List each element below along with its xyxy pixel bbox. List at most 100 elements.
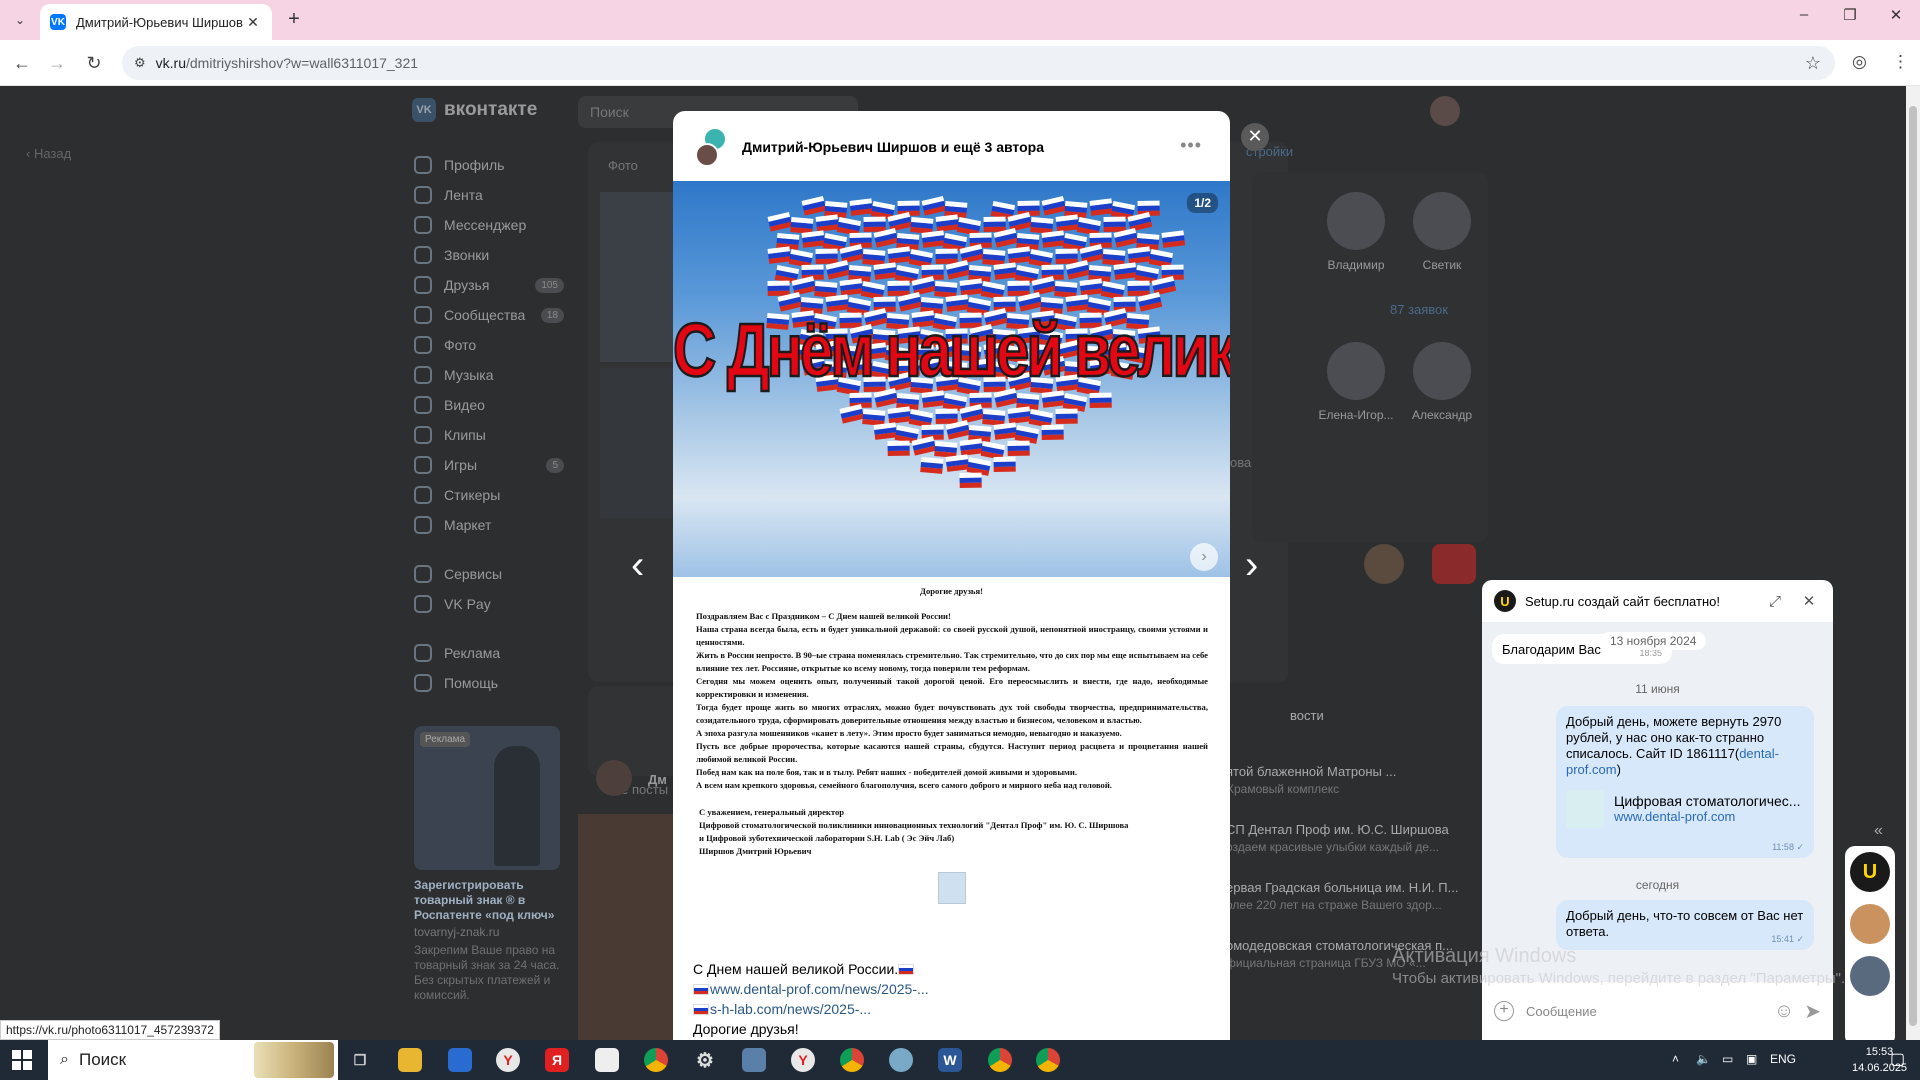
task-view-icon[interactable]: ❐ bbox=[348, 1048, 372, 1072]
letter-signature: С уважением, генеральный директор Цифрово… bbox=[673, 792, 1230, 858]
vk-logo[interactable]: VK вконтакте bbox=[412, 98, 537, 122]
chat-avatar-setup[interactable]: U bbox=[1850, 852, 1890, 892]
browser-menu-icon[interactable]: ⋮ bbox=[1892, 52, 1909, 72]
friend-item[interactable]: Александр bbox=[1402, 342, 1482, 422]
nav-item[interactable]: Профиль bbox=[414, 150, 574, 180]
news-item-title[interactable]: ервая Градская больница им. Н.И. П... bbox=[1226, 880, 1458, 895]
chat-avatar[interactable] bbox=[1850, 904, 1890, 944]
yandex-browser-icon[interactable]: Y bbox=[496, 1048, 520, 1072]
tab-search-button[interactable]: ⌄ bbox=[8, 8, 32, 32]
nav-item[interactable]: Фото bbox=[414, 330, 574, 360]
nav-item[interactable]: Музыка bbox=[414, 360, 574, 390]
nav-item[interactable]: Мессенджер bbox=[414, 210, 574, 240]
nav-item[interactable]: Друзья 105 bbox=[414, 270, 574, 300]
nav-item[interactable]: Стикеры bbox=[414, 480, 574, 510]
nav-item[interactable]: VK Pay bbox=[414, 589, 574, 619]
volume-icon[interactable]: 🔈 bbox=[1696, 1052, 1711, 1066]
prev-post-arrow[interactable]: ‹ bbox=[631, 545, 644, 585]
flag-mark bbox=[887, 406, 912, 424]
chrome-icon[interactable] bbox=[840, 1048, 864, 1072]
chat-avatar[interactable] bbox=[1850, 956, 1890, 996]
flag-mark bbox=[1102, 249, 1126, 266]
nav-item[interactable]: Видео bbox=[414, 390, 574, 420]
scrollbar-thumb[interactable] bbox=[1909, 106, 1917, 1026]
flag-mark bbox=[993, 456, 1016, 472]
nav-item[interactable]: Сообщества 18 bbox=[414, 300, 574, 330]
nav-item[interactable]: Лента bbox=[414, 180, 574, 210]
address-bar[interactable]: ⚙ vk.ru/dmitriyshirshov?w=wall6311017_32… bbox=[122, 46, 1835, 80]
window-close-button[interactable]: ✕ bbox=[1876, 6, 1916, 24]
nav-item[interactable]: Звонки bbox=[414, 240, 574, 270]
vk-user-avatar[interactable] bbox=[1430, 96, 1460, 126]
authors-avatar-stack[interactable] bbox=[695, 127, 731, 167]
expand-icon[interactable]: ⤢ bbox=[1763, 593, 1787, 610]
windows-start-icon[interactable] bbox=[12, 1050, 32, 1070]
battery-icon[interactable]: ▭ bbox=[1722, 1052, 1733, 1066]
friend-item[interactable]: Светик bbox=[1402, 192, 1482, 272]
post-author-name[interactable]: Дм bbox=[648, 772, 667, 787]
post-more-icon[interactable]: ••• bbox=[1180, 135, 1202, 156]
app-icon[interactable] bbox=[889, 1048, 913, 1072]
reload-button[interactable]: ↻ bbox=[82, 51, 106, 75]
input-language[interactable]: ENG bbox=[1770, 1052, 1796, 1066]
send-icon[interactable]: ➤ bbox=[1804, 999, 1821, 1024]
word-icon[interactable]: W bbox=[938, 1048, 962, 1072]
collapse-chats-icon[interactable]: « bbox=[1874, 822, 1883, 840]
post-photo[interactable]: С Днём нашей великой России! 1/2 › bbox=[673, 181, 1230, 577]
file-explorer-icon[interactable] bbox=[398, 1048, 422, 1072]
friend-item[interactable]: Владимир bbox=[1316, 192, 1396, 272]
profile-icon[interactable]: ◎ bbox=[1852, 52, 1867, 72]
settings-gear-icon[interactable]: ⚙ bbox=[693, 1048, 717, 1072]
notifications-icon[interactable]: ▢ bbox=[1890, 1049, 1905, 1069]
chat-messages[interactable]: Благодарим Вас 18:35 13 ноября 2024 11 и… bbox=[1482, 622, 1833, 982]
new-tab-button[interactable]: + bbox=[282, 8, 306, 31]
news-item-title[interactable]: СП Дентал Проф им. Ю.С. Ширшова bbox=[1226, 822, 1449, 837]
yandex-icon[interactable]: Я bbox=[545, 1048, 569, 1072]
emoji-icon[interactable]: ☺ bbox=[1774, 1000, 1794, 1023]
forward-button[interactable]: → bbox=[45, 51, 69, 75]
nav-item-count: 105 bbox=[535, 277, 564, 293]
network-icon[interactable]: ▣ bbox=[1746, 1052, 1757, 1066]
remote-desktop-icon[interactable] bbox=[742, 1048, 766, 1072]
photo-next-button[interactable]: › bbox=[1190, 543, 1218, 571]
link-preview-card[interactable]: Цифровая стоматологичес... www.dental-pr… bbox=[1566, 790, 1804, 828]
sidebar-ad[interactable]: Реклама Зарегистрировать товарный знак ®… bbox=[414, 726, 560, 1003]
nav-item-count: 5 bbox=[546, 457, 564, 473]
taskbar-search[interactable]: ⌕ Поиск bbox=[48, 1040, 338, 1080]
post-link[interactable]: www.dental-prof.com/news/2025-... bbox=[710, 981, 929, 997]
yandex-browser-icon[interactable]: Y bbox=[791, 1048, 815, 1072]
bookmark-star-icon[interactable]: ☆ bbox=[1805, 53, 1821, 74]
post-authors[interactable]: Дмитрий-Юрьевич Ширшов и ещё 3 автора bbox=[742, 139, 1044, 155]
chrome-icon[interactable] bbox=[1036, 1048, 1060, 1072]
active-tab[interactable]: VK Дмитрий-Юрьевич Ширшов ✕ bbox=[40, 4, 272, 40]
modal-close-button[interactable]: ✕ bbox=[1241, 123, 1269, 151]
chrome-icon[interactable] bbox=[644, 1048, 668, 1072]
back-button[interactable]: ← bbox=[10, 51, 34, 75]
author-avatar bbox=[695, 143, 719, 167]
message-input[interactable]: Сообщение bbox=[1526, 1004, 1764, 1019]
post-link[interactable]: s-h-lab.com/news/2025-... bbox=[710, 1001, 871, 1017]
friend-requests-link[interactable]: 87 заявок bbox=[1390, 302, 1448, 317]
chrome-icon[interactable] bbox=[988, 1048, 1012, 1072]
nav-item[interactable]: Клипы bbox=[414, 420, 574, 450]
minimize-button[interactable]: – bbox=[1784, 6, 1824, 23]
nav-item[interactable]: Маркет bbox=[414, 510, 574, 540]
back-link[interactable]: ‹ Назад bbox=[26, 146, 71, 161]
notepad-icon[interactable] bbox=[595, 1048, 619, 1072]
nav-item[interactable]: Сервисы bbox=[414, 559, 574, 589]
nav-item[interactable]: Игры 5 bbox=[414, 450, 574, 480]
site-info-icon[interactable]: ⚙ bbox=[134, 55, 146, 71]
friend-item[interactable]: Елена-Игор... bbox=[1316, 342, 1396, 422]
sticker-strip[interactable] bbox=[1282, 528, 1482, 600]
store-icon[interactable] bbox=[448, 1048, 472, 1072]
restore-button[interactable]: ❐ bbox=[1830, 6, 1870, 24]
nav-item[interactable]: Реклама bbox=[414, 638, 574, 668]
tab-close-icon[interactable]: ✕ bbox=[244, 14, 262, 31]
next-post-arrow[interactable]: › bbox=[1245, 545, 1258, 585]
tray-chevron-icon[interactable]: ˄ bbox=[1672, 1052, 1679, 1066]
nav-item[interactable]: Помощь bbox=[414, 668, 574, 698]
attach-icon[interactable]: + bbox=[1494, 1001, 1514, 1021]
news-item-title[interactable]: ятой блаженной Матроны ... bbox=[1226, 764, 1396, 779]
page-scrollbar[interactable] bbox=[1906, 86, 1920, 1040]
chat-close-icon[interactable]: ✕ bbox=[1797, 592, 1821, 610]
